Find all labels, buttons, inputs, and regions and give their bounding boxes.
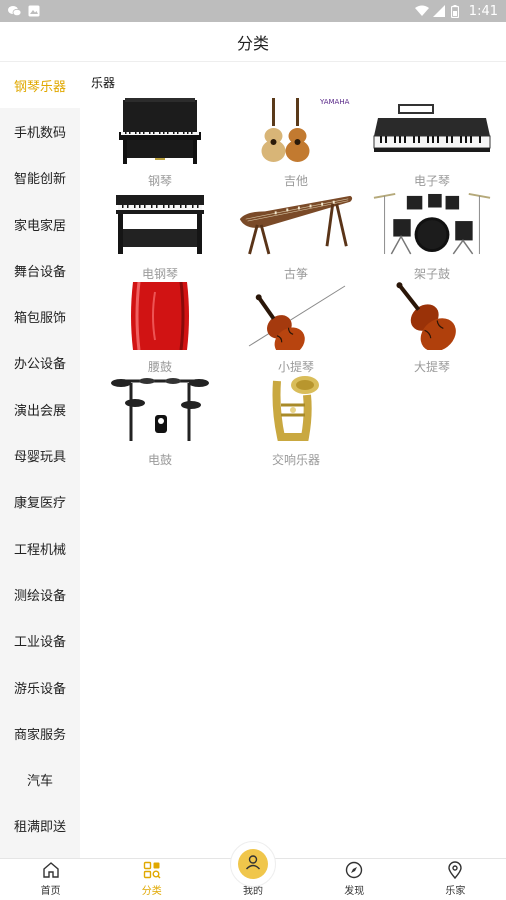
- sidebar-item-surveying-equipment[interactable]: 测绘设备: [0, 571, 80, 617]
- page-header: 分类: [0, 22, 506, 62]
- product-item-drum-kit[interactable]: 架子鼓: [364, 189, 500, 282]
- page-title: 分类: [236, 33, 269, 53]
- bottom-navigation: 首页 分类 我的 发现 乐家: [0, 841, 506, 900]
- sidebar-item-piano-instruments[interactable]: 钢琴乐器: [0, 62, 80, 109]
- brand-logo: YAMAHA: [319, 98, 350, 106]
- sidebar-item-baby-toys[interactable]: 母婴玩具: [0, 432, 80, 478]
- digital-piano-image: [100, 189, 220, 257]
- category-sidebar: 钢琴乐器 手机数码 智能创新 家电家居 舞台设备 箱包服饰 办公设备 演出会展 …: [0, 62, 80, 858]
- sidebar-item-home-appliances[interactable]: 家电家居: [0, 201, 80, 247]
- compass-icon: [344, 860, 364, 880]
- tuba-image: [236, 375, 356, 443]
- wechat-icon: [8, 5, 22, 17]
- product-item-violin[interactable]: 小提琴: [228, 282, 364, 375]
- nav-home[interactable]: 首页: [0, 859, 101, 900]
- product-item-electronic-keyboard[interactable]: 电子琴: [364, 96, 500, 189]
- sidebar-item-bags-apparel[interactable]: 箱包服饰: [0, 293, 80, 339]
- product-grid: 钢琴 YAMAHA 吉他 电子琴 电钢琴 古筝 架子鼓 腰鼓 小提琴 大提琴 电…: [92, 96, 500, 468]
- product-label: 交响乐器: [271, 453, 320, 467]
- product-label: 古筝: [283, 267, 308, 281]
- nav-label: 发现: [344, 886, 365, 897]
- nav-label: 首页: [40, 886, 61, 897]
- product-item-guzheng[interactable]: 古筝: [228, 189, 364, 282]
- sidebar-item-industrial-equipment[interactable]: 工业设备: [0, 618, 80, 664]
- cello-image: [372, 282, 492, 350]
- sidebar-item-stage-equipment[interactable]: 舞台设备: [0, 247, 80, 293]
- product-item-symphonic-instruments[interactable]: 交响乐器: [228, 375, 364, 468]
- category-content: 乐器 钢琴 YAMAHA 吉他 电子琴 电钢琴 古筝 架子鼓 腰鼓 小提琴 大提…: [80, 62, 506, 858]
- electronic-drum-image: [100, 375, 220, 443]
- sidebar-item-rehab-medical[interactable]: 康复医疗: [0, 479, 80, 525]
- sidebar-item-merchant-services[interactable]: 商家服务: [0, 710, 80, 756]
- guitar-image: YAMAHA: [236, 96, 356, 164]
- product-item-digital-piano[interactable]: 电钢琴: [92, 189, 228, 282]
- sidebar-item-office-equipment[interactable]: 办公设备: [0, 340, 80, 386]
- sidebar-item-rent-bonus[interactable]: 租满即送: [0, 803, 80, 849]
- violin-image: [236, 282, 356, 350]
- wifi-icon: [414, 5, 429, 17]
- sidebar-item-amusement-equipment[interactable]: 游乐设备: [0, 664, 80, 710]
- product-label: 电鼓: [147, 453, 172, 467]
- keyboard-image: [372, 96, 492, 164]
- mine-bubble: [230, 841, 276, 887]
- category-icon: [142, 860, 162, 880]
- home-icon: [41, 860, 61, 880]
- section-title: 乐器: [91, 76, 116, 90]
- image-icon: [28, 5, 40, 17]
- nav-label: 分类: [141, 886, 162, 897]
- product-label: 腰鼓: [147, 360, 172, 374]
- product-item-electronic-drum[interactable]: 电鼓: [92, 375, 228, 468]
- guzheng-image: [236, 189, 356, 257]
- sidebar-item-performance-exhibition[interactable]: 演出会展: [0, 386, 80, 432]
- nav-discover[interactable]: 发现: [304, 859, 405, 900]
- status-time: 1:41: [468, 3, 498, 19]
- product-label: 电子琴: [413, 174, 450, 188]
- sidebar-item-engineering-machinery[interactable]: 工程机械: [0, 525, 80, 571]
- upright-piano-image: [100, 96, 220, 164]
- product-item-cello[interactable]: 大提琴: [364, 282, 500, 375]
- sidebar-item-smart-innovation[interactable]: 智能创新: [0, 155, 80, 201]
- location-icon: [445, 860, 465, 880]
- signal-icon: [432, 5, 445, 17]
- battery-icon: [450, 5, 463, 19]
- product-label: 架子鼓: [413, 267, 450, 281]
- product-item-waist-drum[interactable]: 腰鼓: [92, 282, 228, 375]
- product-label: 电钢琴: [141, 267, 178, 281]
- status-bar: 1:41: [0, 0, 506, 22]
- product-label: 钢琴: [147, 174, 172, 188]
- product-item-guitar[interactable]: YAMAHA 吉他: [228, 96, 364, 189]
- nav-mine[interactable]: 我的: [202, 841, 303, 900]
- nav-category[interactable]: 分类: [101, 859, 202, 900]
- nav-label: 乐家: [445, 886, 466, 897]
- sidebar-item-mobile-digital[interactable]: 手机数码: [0, 108, 80, 154]
- product-label: 吉他: [283, 174, 308, 188]
- waist-drum-image: [100, 282, 220, 350]
- product-item-piano[interactable]: 钢琴: [92, 96, 228, 189]
- nav-lejia[interactable]: 乐家: [405, 859, 506, 900]
- drum-kit-image: [372, 189, 492, 257]
- user-icon: [244, 853, 262, 876]
- sidebar-item-cars[interactable]: 汽车: [0, 756, 80, 802]
- product-label: 大提琴: [413, 360, 450, 374]
- product-label: 小提琴: [277, 360, 314, 374]
